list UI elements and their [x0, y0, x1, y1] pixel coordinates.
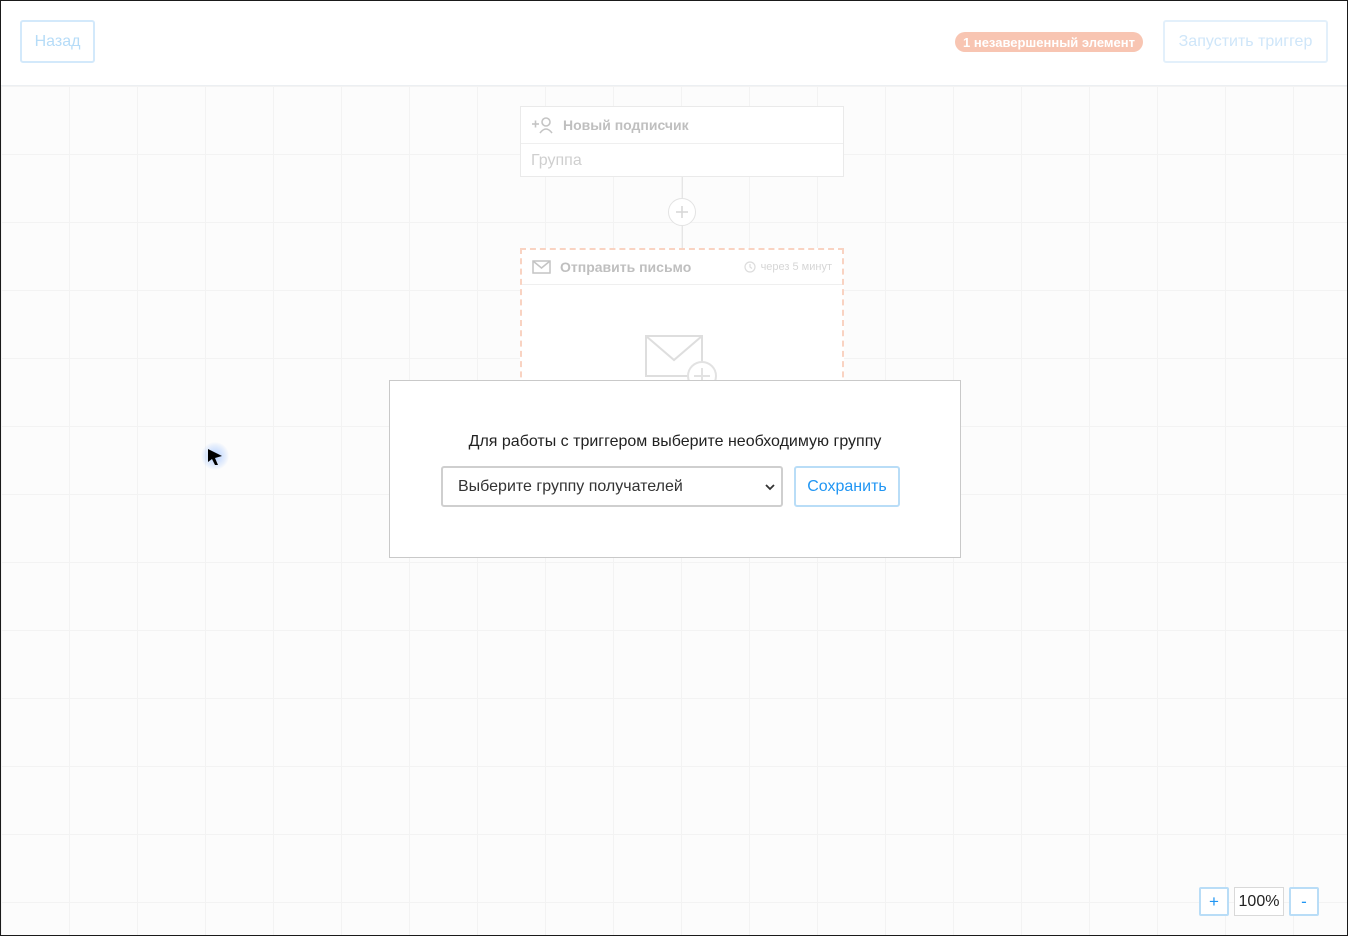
delay-info: через 5 минут — [743, 261, 832, 273]
select-value: Выберите группу получателей — [458, 477, 683, 495]
connector-line — [682, 226, 683, 248]
add-user-icon — [532, 117, 553, 134]
delay-text: через 5 минут — [760, 261, 832, 273]
back-button[interactable]: Назад — [20, 20, 95, 63]
trigger-node[interactable]: Новый подписчик Группа — [520, 106, 844, 177]
incomplete-badge: 1 незавершенный элемент — [955, 32, 1143, 52]
modal-title: Для работы с триггером выберите необходи… — [468, 433, 882, 450]
trigger-node-group: Группа — [531, 152, 582, 169]
email-node-title: Отправить письмо — [560, 259, 692, 275]
zoom-out-button[interactable]: - — [1289, 887, 1319, 916]
launch-trigger-button[interactable]: Запустить триггер — [1163, 20, 1328, 63]
app-frame: Назад 1 незавершенный элемент Запустить … — [0, 0, 1348, 936]
save-button[interactable]: Сохранить — [794, 466, 900, 507]
top-toolbar: Назад 1 незавершенный элемент Запустить … — [1, 1, 1347, 86]
envelope-icon — [532, 260, 551, 274]
add-step-button[interactable] — [668, 198, 696, 226]
recipient-group-select[interactable]: Выберите группу получателей — [441, 466, 783, 507]
email-node-header: Отправить письмо через 5 минут — [522, 250, 842, 285]
zoom-level: 100% — [1234, 887, 1284, 916]
email-node[interactable]: Отправить письмо через 5 минут — [520, 248, 844, 398]
trigger-node-header: Новый подписчик — [521, 107, 843, 144]
clock-icon — [743, 261, 756, 273]
select-group-modal: Для работы с триггером выберите необходи… — [389, 380, 961, 558]
trigger-node-title: Новый подписчик — [563, 117, 689, 133]
zoom-in-button[interactable]: + — [1199, 887, 1229, 916]
mouse-cursor-icon — [201, 442, 229, 470]
plus-icon — [676, 206, 688, 218]
chevron-down-icon — [765, 484, 775, 491]
connector-line — [682, 177, 683, 198]
